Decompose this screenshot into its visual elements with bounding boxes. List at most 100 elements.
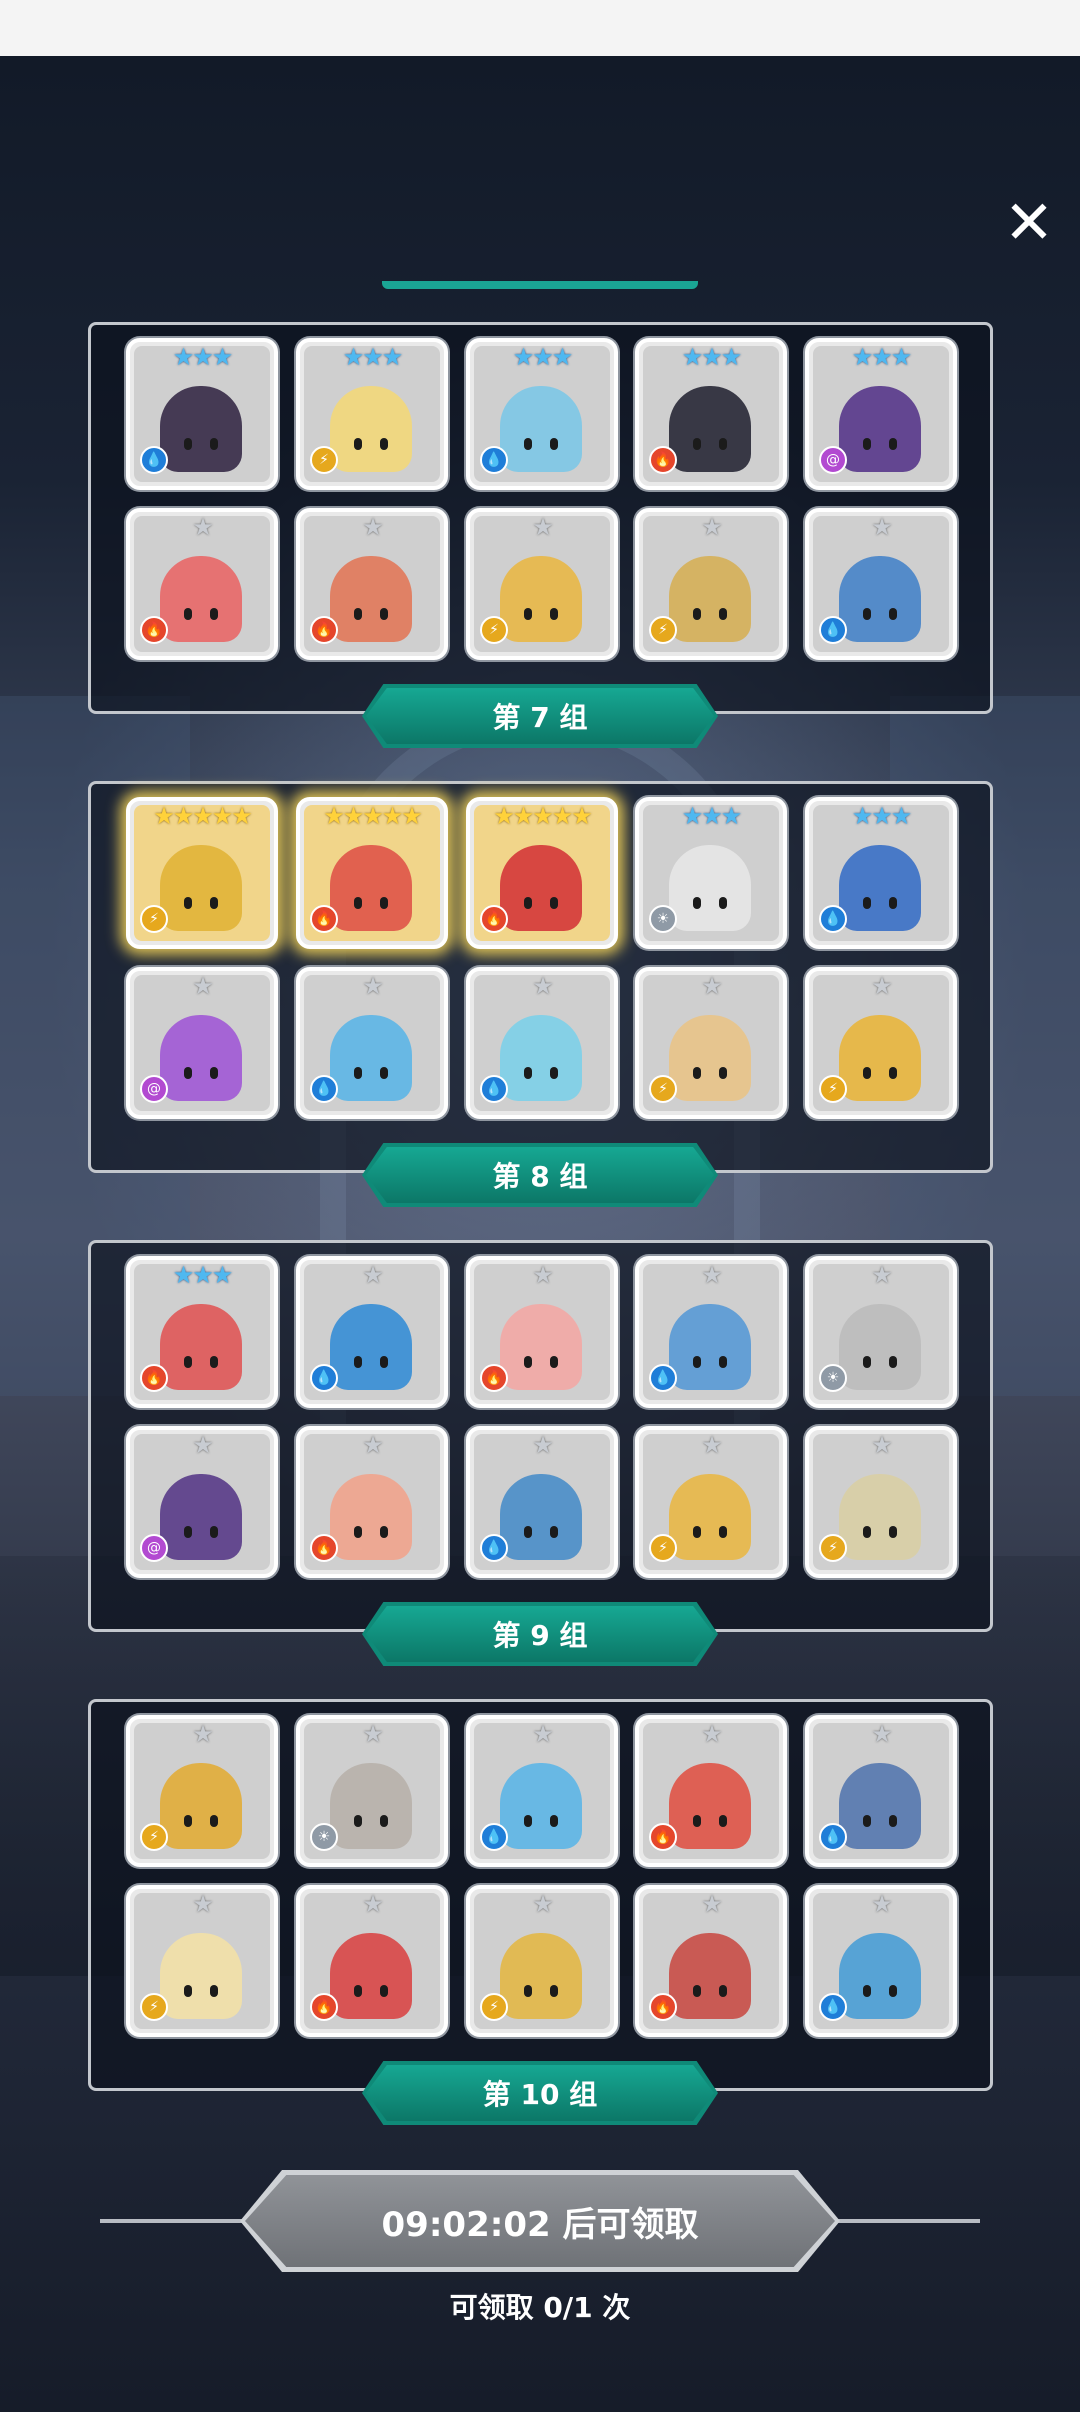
- group-label-banner: 第 8 组: [362, 1143, 718, 1207]
- hero-portrait: [160, 845, 242, 931]
- hero-card-hero-blue-cat-girl[interactable]: ★ 💧: [466, 967, 618, 1119]
- hero-card-hero-silver-goggles[interactable]: ★ ☀: [805, 1256, 957, 1408]
- close-button[interactable]: ✕: [994, 188, 1064, 258]
- hero-portrait: [669, 1763, 751, 1849]
- star-rating: ★: [362, 1261, 384, 1289]
- hero-card-hero-blonde-winged-2[interactable]: ★ ⚡: [635, 1426, 787, 1578]
- top-accent-bar: [382, 281, 698, 289]
- hero-eyes: [693, 438, 727, 450]
- claim-divider-right: [834, 2219, 980, 2223]
- hero-card-hero-blue-totem[interactable]: ★ 💧: [805, 508, 957, 660]
- hero-eyes: [184, 1985, 218, 1997]
- hero-card-hero-blue-spiky-monster[interactable]: ★ 💧: [296, 967, 448, 1119]
- hero-card-hero-blonde-winged[interactable]: ★ ⚡: [466, 508, 618, 660]
- hero-card-hero-mushroom-hat[interactable]: ★ ⚡: [635, 967, 787, 1119]
- hero-card-hero-red-totem[interactable]: ★ 🔥: [635, 1885, 787, 2037]
- star-rating: ★: [701, 1261, 723, 1289]
- hero-portrait: [330, 1474, 412, 1560]
- hero-eyes: [863, 438, 897, 450]
- hero-eyes: [524, 1067, 558, 1079]
- arcane-element-icon: @: [140, 1075, 168, 1103]
- hero-eyes: [184, 1815, 218, 1827]
- hero-card-hero-purple-ninja[interactable]: ★ @: [126, 1426, 278, 1578]
- hero-card-hero-grey-tree[interactable]: ★ ☀: [296, 1715, 448, 1867]
- hero-eyes: [354, 897, 388, 909]
- group-label-text: 第 10 组: [482, 2078, 598, 2111]
- claim-button[interactable]: 09:02:02 后可领取: [240, 2170, 840, 2272]
- star-rating: ★: [871, 1261, 893, 1289]
- hero-card-hero-panda-red-hood[interactable]: ★★★ 🔥: [635, 338, 787, 490]
- star-rating: ★: [362, 513, 384, 541]
- water-element-icon: 💧: [480, 1075, 508, 1103]
- star-rating: ★★★: [172, 343, 234, 371]
- hero-eyes: [863, 1985, 897, 1997]
- star-rating: ★: [871, 972, 893, 1000]
- hero-card-hero-white-helmet[interactable]: ★ ⚡: [805, 1426, 957, 1578]
- hero-card-hero-pink-blob[interactable]: ★ 🔥: [466, 1256, 618, 1408]
- hero-card-hero-red-cyclops[interactable]: ★★★★★ 🔥: [466, 797, 618, 949]
- hero-card-hero-blue-fluffball[interactable]: ★ 💧: [296, 1256, 448, 1408]
- hero-eyes: [693, 1067, 727, 1079]
- hero-card-hero-red-fighter[interactable]: ★★★ 🔥: [126, 1256, 278, 1408]
- hero-portrait: [500, 556, 582, 642]
- hero-card-hero-red-demon[interactable]: ★★★★★ 🔥: [296, 797, 448, 949]
- hero-card-hero-blue-goggles[interactable]: ★ 💧: [635, 1256, 787, 1408]
- group-label-text: 第 8 组: [492, 1160, 588, 1193]
- hero-eyes: [524, 1985, 558, 1997]
- hero-portrait: [500, 1474, 582, 1560]
- hero-portrait: [500, 1763, 582, 1849]
- star-rating: ★: [192, 972, 214, 1000]
- status-bar: [0, 0, 1080, 56]
- hero-card-hero-horned-gold[interactable]: ★ ⚡: [635, 508, 787, 660]
- hero-card-hero-yellow-castle[interactable]: ★ ⚡: [805, 967, 957, 1119]
- water-element-icon: 💧: [480, 1823, 508, 1851]
- hero-card-hero-ponytail-mask[interactable]: ★★★ 💧: [126, 338, 278, 490]
- hero-card-hero-blue-beast[interactable]: ★ 💧: [805, 1885, 957, 2037]
- fire-element-icon: 🔥: [310, 616, 338, 644]
- star-rating: ★: [192, 1431, 214, 1459]
- star-rating: ★: [701, 513, 723, 541]
- star-rating: ★: [532, 972, 554, 1000]
- wind-element-icon: ⚡: [480, 1993, 508, 2021]
- hero-card-hero-golden-tree[interactable]: ★ ⚡: [126, 1715, 278, 1867]
- hero-card-hero-blue-castle[interactable]: ★ 💧: [466, 1426, 618, 1578]
- star-rating: ★: [701, 1720, 723, 1748]
- group-label-banner: 第 10 组: [362, 2061, 718, 2125]
- star-rating: ★: [701, 1890, 723, 1918]
- hero-eyes: [524, 1526, 558, 1538]
- hero-card-hero-card-soldier-gold[interactable]: ★ ⚡: [466, 1885, 618, 2037]
- hero-card-hero-light-blue-hair[interactable]: ★★★ 💧: [466, 338, 618, 490]
- hero-eyes: [693, 1815, 727, 1827]
- hero-portrait: [500, 1933, 582, 2019]
- hero-card-hero-panda-purple-hood[interactable]: ★★★ @: [805, 338, 957, 490]
- hero-eyes: [354, 1526, 388, 1538]
- hero-card-hero-fox-red[interactable]: ★ 🔥: [126, 508, 278, 660]
- group-label-text: 第 7 组: [492, 701, 588, 734]
- hero-card-hero-blonde-flower[interactable]: ★ ⚡: [126, 1885, 278, 2037]
- hero-card-hero-goggles-red[interactable]: ★ 🔥: [296, 508, 448, 660]
- hero-portrait: [160, 1304, 242, 1390]
- hero-eyes: [184, 438, 218, 450]
- hero-eyes: [354, 1815, 388, 1827]
- hero-card-hero-white-hair[interactable]: ★★★ ☀: [635, 797, 787, 949]
- hero-card-hero-purple-cactus[interactable]: ★ @: [126, 967, 278, 1119]
- hero-eyes: [354, 1985, 388, 1997]
- hero-card-hero-red-wolf[interactable]: ★ 🔥: [635, 1715, 787, 1867]
- hero-eyes: [693, 1356, 727, 1368]
- water-element-icon: 💧: [480, 446, 508, 474]
- wind-element-icon: ⚡: [140, 905, 168, 933]
- hero-card-hero-flower-girl[interactable]: ★ 🔥: [296, 1426, 448, 1578]
- hero-card-hero-golden-lion[interactable]: ★★★★★ ⚡: [126, 797, 278, 949]
- hero-card-hero-blue-bow-girl[interactable]: ★ 💧: [466, 1715, 618, 1867]
- fire-element-icon: 🔥: [310, 1993, 338, 2021]
- hero-eyes: [184, 1526, 218, 1538]
- water-element-icon: 💧: [140, 446, 168, 474]
- hero-card-hero-blonde-long-hair[interactable]: ★★★ ⚡: [296, 338, 448, 490]
- hero-eyes: [863, 1356, 897, 1368]
- hero-card-hero-card-soldier-red[interactable]: ★ 🔥: [296, 1885, 448, 2037]
- star-rating: ★: [532, 513, 554, 541]
- star-rating: ★: [871, 1431, 893, 1459]
- light-element-icon: ☀: [819, 1364, 847, 1392]
- hero-card-hero-blue-knight[interactable]: ★ 💧: [805, 1715, 957, 1867]
- hero-card-hero-blue-princess[interactable]: ★★★ 💧: [805, 797, 957, 949]
